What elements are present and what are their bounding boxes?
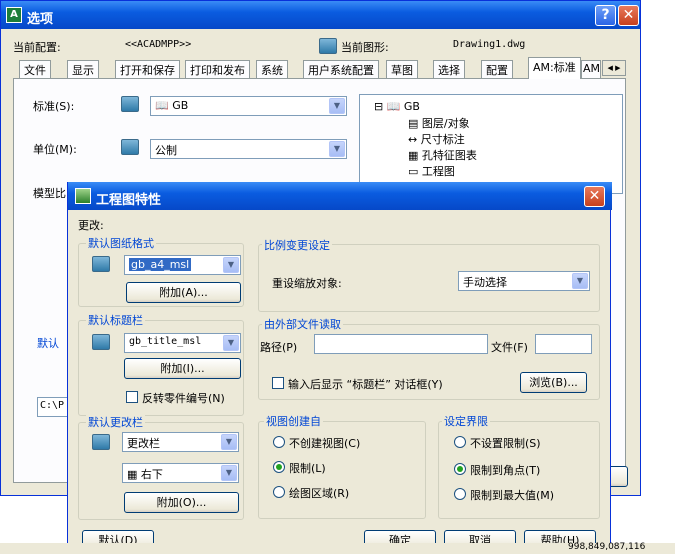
sheet-format-add-button[interactable]: 附加(A)... [126,282,241,303]
title-block-legend: 默认标题栏 [86,312,145,328]
standard-settings-icon[interactable] [121,96,139,112]
change-label: 更改: [78,219,104,232]
drawing-properties-dialog: 工程图特性 ✕ 更改: 默认图纸格式 gb_a4_msl ▼ 附加(A)... … [67,182,612,554]
chevron-down-icon[interactable]: ▼ [329,141,345,157]
external-file-input[interactable] [535,334,592,354]
view-create-area-label: 绘图区域(R) [289,487,350,500]
tree-item-layers[interactable]: ▤ 图层/对象 [408,115,470,131]
tree-root[interactable]: ⊟ 📖 GB [374,100,420,113]
autocad-app-icon: A [6,7,22,23]
taskbar-coordinates: 998,849,087,116 [568,542,646,552]
rescale-select[interactable]: 手动选择 ▼ [458,271,590,291]
revision-legend: 默认更改栏 [86,414,145,430]
dialog-title: 工程图特性 [96,193,162,208]
revision-add-button[interactable]: 附加(O)... [124,492,239,513]
close-button[interactable]: ✕ [618,5,639,26]
default-group-label: 默认 [37,337,59,350]
sheet-format-legend: 默认图纸格式 [86,235,156,251]
title-block-icon[interactable] [92,334,110,350]
rescale-value: 手动选择 [463,276,507,289]
taskbar: 998,849,087,116 [0,542,675,554]
current-drawing-label: 当前图形: [341,41,389,54]
file-label: 文件(F) [491,341,528,354]
tree-item-dimensions[interactable]: ↔ 尺寸标注 [408,131,465,147]
chevron-down-icon[interactable]: ▼ [221,465,237,481]
limits-corner-label: 限制到角点(T) [470,464,541,477]
view-create-legend: 视图创建自 [264,413,323,429]
model-scale-label: 模型比 [33,187,66,200]
standards-tree[interactable]: ⊟ 📖 GB ▤ 图层/对象 ↔ 尺寸标注 ▦ 孔特征图表 ▭ 工程图 … [359,94,623,194]
tree-item-drawing[interactable]: ▭ 工程图 [408,163,455,179]
tab-display[interactable]: 显示 [67,60,99,78]
path-input[interactable]: C:\P [37,397,69,417]
tab-am-overflow[interactable]: AM [581,60,601,78]
title-block-add-button[interactable]: 附加(I)... [124,358,241,379]
show-title-block-dialog-label: 输入后显示 “标题栏” 对话框(Y) [288,378,443,391]
options-title: 选项 [27,12,54,27]
view-create-none-radio[interactable] [273,436,285,448]
drawing-icon [319,38,337,54]
current-profile-value: <<ACADMPP>> [125,39,192,50]
unit-settings-icon[interactable] [121,139,139,155]
help-button[interactable]: ? [595,5,616,26]
current-profile-label: 当前配置: [13,41,61,54]
chevron-down-icon[interactable]: ▼ [223,257,239,273]
tab-open-save[interactable]: 打开和保存 [115,60,180,78]
sheet-format-value: gb_a4_msl [129,258,192,271]
view-create-limits-radio[interactable] [273,461,285,473]
reverse-part-number-checkbox[interactable] [126,391,138,403]
tab-system[interactable]: 系统 [256,60,288,78]
view-create-area-radio[interactable] [273,486,285,498]
external-path-input[interactable] [314,334,488,354]
limits-max-label: 限制到最大值(M) [470,489,555,502]
tab-plot-publish[interactable]: 打印和发布 [185,60,250,78]
chevron-down-icon[interactable]: ▼ [221,434,237,450]
sheet-format-select[interactable]: gb_a4_msl ▼ [124,255,241,275]
standard-label: 标准(S): [33,100,75,113]
chevron-down-icon[interactable]: ▼ [329,98,345,114]
limits-none-label: 不设置限制(S) [470,437,541,450]
path-label: 路径(P) [260,341,298,354]
standard-select[interactable]: 📖 GB ▼ [150,96,347,116]
unit-label: 单位(M): [33,143,77,156]
title-block-value: gb_title_msl [129,336,202,347]
scale-legend: 比例变更设定 [262,237,332,253]
rescale-label: 重设缩放对象: [272,277,342,290]
options-titlebar[interactable]: A 选项 ? ✕ [1,1,640,29]
revision-position-select[interactable]: ▦ 右下 ▼ [122,463,239,483]
dialog-close-button[interactable]: ✕ [584,186,605,207]
dialog-titlebar[interactable]: 工程图特性 ✕ [68,182,612,210]
tab-profiles[interactable]: 配置 [481,60,513,78]
revision-value: 更改栏 [127,437,160,450]
sheet-format-icon[interactable] [92,256,110,272]
revision-icon[interactable] [92,434,110,450]
tab-selection[interactable]: 选择 [433,60,465,78]
tab-files[interactable]: 文件 [19,60,51,78]
revision-select[interactable]: 更改栏 ▼ [122,432,239,452]
unit-select[interactable]: 公制 ▼ [150,139,347,159]
tab-user-preferences[interactable]: 用户系统配置 [303,60,379,78]
tab-scroll-arrows[interactable]: ◀ ▶ [602,60,626,76]
view-create-limits-label: 限制(L) [289,462,326,475]
browse-button[interactable]: 浏览(B)... [520,372,587,393]
limits-max-radio[interactable] [454,488,466,500]
title-block-select[interactable]: gb_title_msl ▼ [124,333,241,353]
show-title-block-dialog-checkbox[interactable] [272,377,284,389]
standard-value: 📖 GB [155,99,189,112]
current-drawing-value: Drawing1.dwg [453,39,526,50]
tab-am-standards[interactable]: AM:标准 [528,57,581,79]
tree-item-hole-chart[interactable]: ▦ 孔特征图表 [408,147,477,163]
unit-value: 公制 [155,144,177,157]
limits-legend: 设定界限 [442,413,490,429]
chevron-down-icon[interactable]: ▼ [572,273,588,289]
revision-position-value: ▦ 右下 [127,468,163,481]
view-create-none-label: 不创建视图(C) [289,437,361,450]
reverse-part-number-label: 反转零件编号(N) [142,392,225,405]
chevron-down-icon[interactable]: ▼ [223,335,239,351]
limits-corner-radio[interactable] [454,463,466,475]
external-legend: 由外部文件读取 [262,316,343,332]
limits-none-radio[interactable] [454,436,466,448]
drawing-properties-icon [75,188,91,204]
tab-drafting[interactable]: 草图 [386,60,418,78]
